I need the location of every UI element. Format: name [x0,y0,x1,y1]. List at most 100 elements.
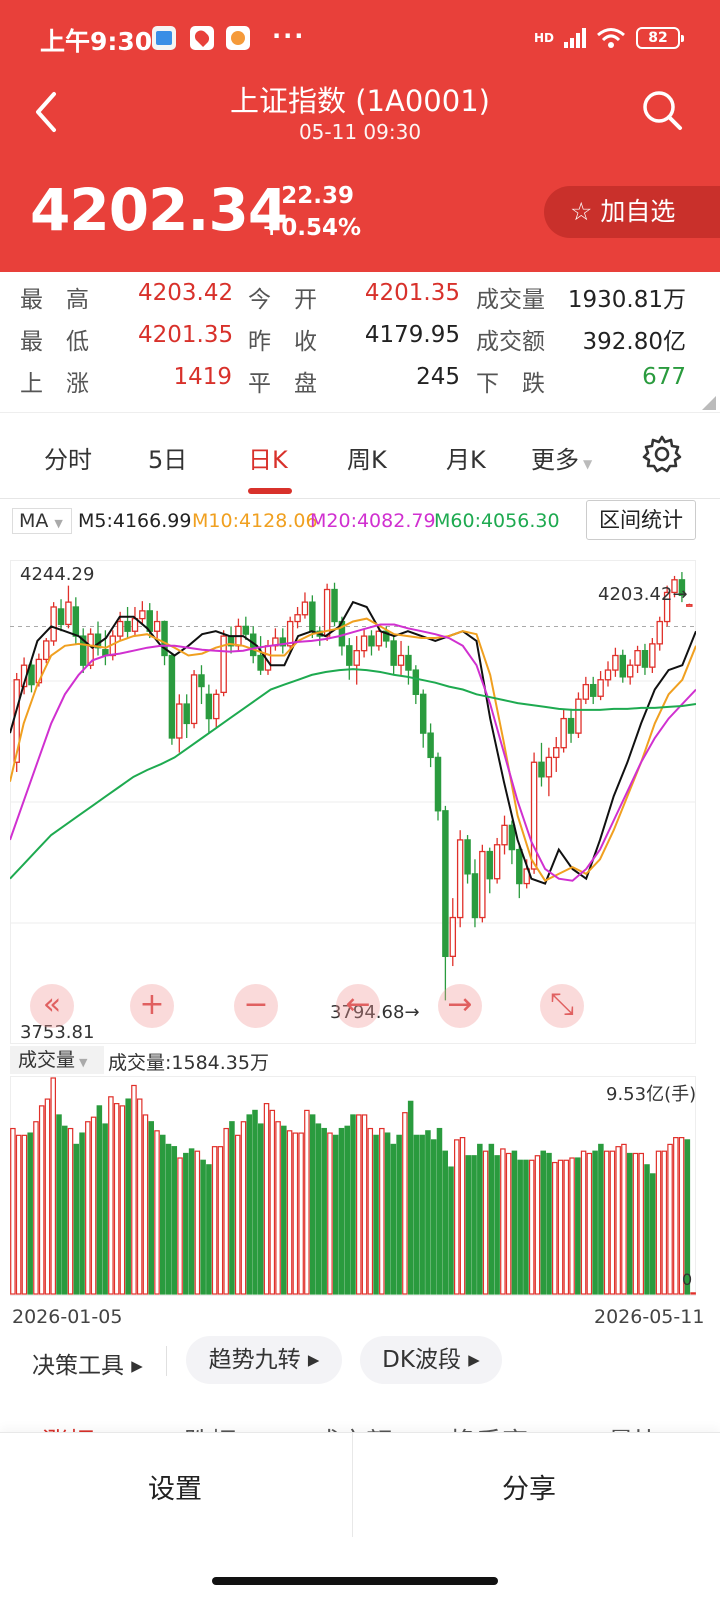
ma-line-m20 [10,623,696,882]
candle-up [612,654,619,671]
status-indicators: HD 82 [534,24,684,52]
volume-bar-up [673,1137,679,1295]
candle-up [353,650,360,666]
volume-bar-down [517,1159,523,1295]
tab-intraday[interactable]: 分时 [44,440,92,475]
tab-monthly-k[interactable]: 月K [446,440,486,475]
candle-up [50,606,57,642]
scroll-to-start-button[interactable]: « [30,984,74,1028]
volume-bar-down [206,1164,212,1295]
candle-up [493,844,501,880]
volume-bar-down [188,1148,195,1295]
volume-bar-down [650,1173,656,1295]
volume-bar-down [96,1105,103,1295]
volume-bar-down [281,1125,287,1295]
candle-down [390,640,397,666]
search-icon[interactable] [640,88,684,132]
tab-5day[interactable]: 5日 [148,440,187,475]
volume-bar-down [165,1143,172,1295]
volume-bar-down [321,1127,327,1295]
add-favorite-button[interactable]: ☆ 加自选 [544,186,720,238]
range-stats-button[interactable]: 区间统计 [586,500,696,540]
signal-icon [564,28,586,48]
volume-bar-up [10,1127,16,1295]
dk-band-button[interactable]: DK波段 ▸ [360,1336,502,1384]
candle-up [153,620,161,632]
candle-up [213,693,220,720]
volume-max-label: 9.53亿(手) [606,1084,697,1105]
volume-bar-up [361,1114,368,1295]
candle-down [471,873,479,919]
zoom-out-button[interactable]: − [234,984,278,1028]
candle-up [634,650,641,666]
candle-up [656,620,663,645]
candle-down [442,810,449,958]
settings-button[interactable]: 设置 [0,1463,350,1517]
tab-more[interactable]: 更多 ▼ [531,440,592,475]
volume-bar-down [494,1155,500,1295]
start-date-label: 2026-01-05 [12,1306,123,1328]
volume-chart[interactable] [10,1076,696,1296]
volume-indicator-select[interactable]: 成交量 ▼ [10,1046,104,1074]
scroll-right-button[interactable]: → [438,984,482,1028]
high-price-value: 4203.42 [598,584,673,605]
settings-gear-icon[interactable] [642,434,682,474]
volume-bar-down [315,1123,322,1295]
stat-label: 今 开 [248,287,317,313]
volume-bar-down [344,1125,350,1295]
candle-up [116,620,124,637]
candle-down [641,650,649,668]
stat-label: 成交额 [476,329,545,355]
ma60-label: M60:4056.30 [434,510,560,532]
volume-bar-up [615,1146,621,1295]
scroll-left-button[interactable]: ← [336,984,380,1028]
candle-down [242,625,250,635]
volume-select-label: 成交量 [18,1049,76,1071]
divider [352,1433,353,1537]
volume-bar-up [356,1114,362,1295]
volume-bar-up [44,1098,51,1295]
ranking-tabs: 涨幅 跌幅 成交额 换手率 量比 [0,1404,720,1434]
decision-tools-button[interactable]: 决策工具 ▸ [32,1346,143,1380]
volume-bar-down [252,1109,258,1295]
candlestick-chart[interactable] [10,560,696,1044]
dropdown-arrow-icon: ▼ [583,457,593,471]
volume-bar-up [67,1127,74,1295]
home-indicator[interactable] [212,1577,498,1585]
share-button[interactable]: 分享 [354,1463,704,1517]
arrow-right-icon: → [404,1002,420,1023]
divider [0,498,720,499]
stat-volume-value: 1930.81万 [567,287,686,313]
quote-header: 上午9:30 ··· HD 82 上证指数 (1A0001) 05-11 09:… [0,0,720,272]
volume-bar-up [275,1121,281,1295]
trend-nine-turn-button[interactable]: 趋势九转 ▸ [186,1336,342,1384]
volume-bar-down [350,1114,356,1295]
candle-down [331,588,338,623]
candle-up [139,610,146,620]
candle-down [57,608,65,626]
volume-bar-down [523,1159,529,1295]
tab-daily-k[interactable]: 日K [248,440,288,475]
page-subtitle: 05-11 09:30 [298,120,422,144]
ma20-label: M20:4082.79 [310,510,436,532]
volume-bar-up [655,1150,662,1295]
volume-bar-down [125,1098,131,1295]
candle-down [486,850,493,880]
divider [0,412,720,413]
tab-weekly-k[interactable]: 周K [347,440,387,475]
fullscreen-button[interactable]: ⤡ [540,984,584,1028]
candle-down [567,717,575,734]
volume-bar-up [119,1105,126,1295]
volume-bar-down [56,1114,62,1295]
volume-bar-up [90,1116,97,1295]
expand-stats-icon[interactable] [702,396,716,410]
stat-prev-close-value: 4179.95 [364,322,460,348]
volume-bar-down [183,1152,189,1295]
volume-bar-up [177,1157,183,1295]
ma-indicator-select[interactable]: MA ▼ [12,508,72,534]
volume-bar-down [200,1159,206,1295]
volume-bar-up [263,1103,270,1295]
volume-bar-up [240,1121,247,1295]
zoom-in-button[interactable]: + [130,984,174,1028]
stat-label: 上 涨 [20,371,89,397]
